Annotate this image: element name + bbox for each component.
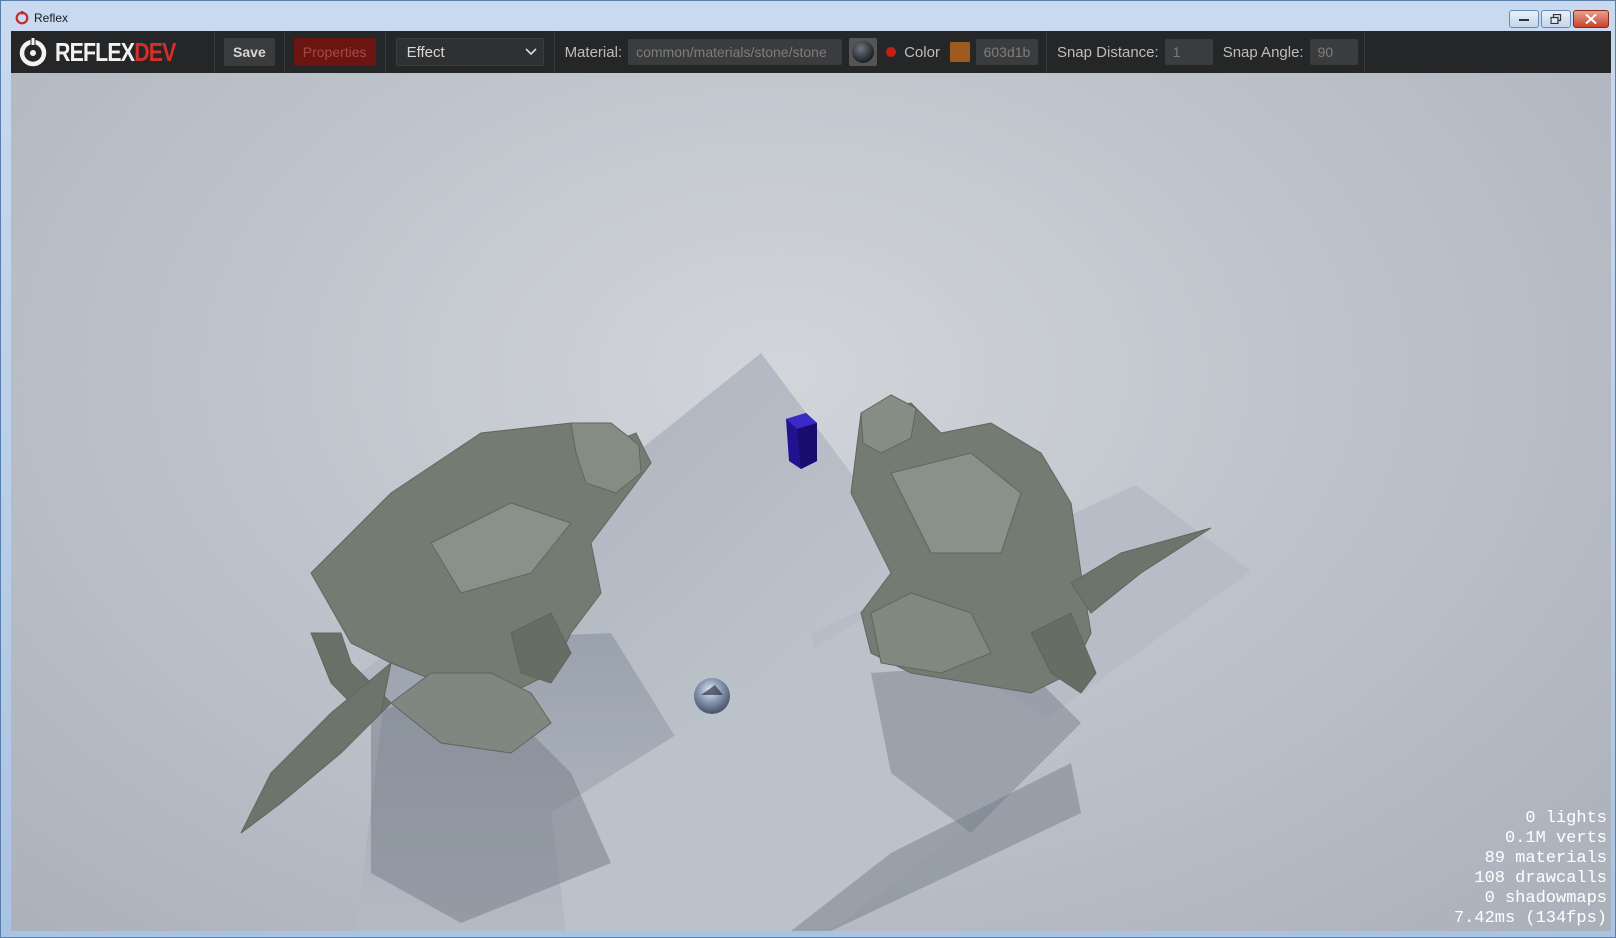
close-icon xyxy=(1585,13,1597,25)
material-sphere-icon xyxy=(852,41,875,63)
reflex-logo: REFLEXDEV xyxy=(11,31,214,73)
chevron-down-icon xyxy=(524,48,537,56)
color-override-indicator[interactable] xyxy=(886,47,897,57)
color-swatch[interactable] xyxy=(949,42,970,62)
toolbar-divider xyxy=(214,31,216,73)
reflex-app-icon xyxy=(15,11,29,25)
properties-button[interactable]: Properties xyxy=(293,38,376,66)
gargoyle-statue-right xyxy=(850,394,1212,694)
snap-angle-label: Snap Angle: xyxy=(1222,43,1304,61)
editor-toolbar: REFLEXDEV Save Properties Effect Materia… xyxy=(11,31,1611,73)
toolbar-divider xyxy=(553,31,555,73)
snap-distance-field[interactable]: 1 xyxy=(1164,39,1213,65)
toolbar-divider xyxy=(283,31,285,73)
logo-text: REFLEXDEV xyxy=(55,37,176,68)
stat-lights: 0 lights xyxy=(1525,809,1607,828)
stat-verts: 0.1M verts xyxy=(1504,829,1607,848)
minimize-icon xyxy=(1519,19,1529,21)
3d-viewport[interactable]: 0 lights 0.1M verts 89 materials 108 dra… xyxy=(11,73,1611,931)
effect-select[interactable]: Effect xyxy=(395,38,544,66)
reflex-logo-icon xyxy=(19,38,47,67)
stat-drawcalls: 108 drawcalls xyxy=(1474,869,1607,888)
window-title: Reflex xyxy=(34,11,69,25)
app-window: Reflex REFLEXDEV Save Properties Effect … xyxy=(0,0,1616,938)
close-button[interactable] xyxy=(1573,10,1609,28)
toolbar-divider xyxy=(1363,31,1365,73)
color-label: Color xyxy=(904,43,940,61)
scene-render xyxy=(240,353,1251,931)
color-hex-field[interactable]: 603d1b xyxy=(975,39,1038,65)
maximize-button[interactable] xyxy=(1541,10,1571,28)
chrome-sphere xyxy=(694,678,730,714)
stat-materials: 89 materials xyxy=(1484,849,1607,868)
material-preview-button[interactable] xyxy=(849,38,878,66)
logo-text-accent: DEV xyxy=(134,36,176,67)
material-label: Material: xyxy=(564,43,623,61)
restore-icon xyxy=(1550,14,1562,24)
save-button[interactable]: Save xyxy=(224,38,275,66)
render-stats-overlay: 0 lights 0.1M verts 89 materials 108 dra… xyxy=(1454,809,1607,929)
stat-shadowmaps: 0 shadowmaps xyxy=(1484,889,1607,908)
stat-frametime: 7.42ms (134fps) xyxy=(1453,909,1607,928)
toolbar-divider xyxy=(1045,31,1047,73)
snap-distance-label: Snap Distance: xyxy=(1056,43,1159,61)
toolbar-divider xyxy=(384,31,386,73)
material-path-field[interactable]: common/materials/stone/stone xyxy=(628,39,843,65)
snap-angle-field[interactable]: 90 xyxy=(1309,39,1358,65)
logo-text-main: REFLEX xyxy=(55,36,135,67)
effect-select-value: Effect xyxy=(406,43,445,61)
title-bar[interactable]: Reflex xyxy=(1,1,1615,31)
minimize-button[interactable] xyxy=(1509,10,1539,28)
blue-cube xyxy=(786,413,817,469)
window-controls xyxy=(1509,10,1609,28)
